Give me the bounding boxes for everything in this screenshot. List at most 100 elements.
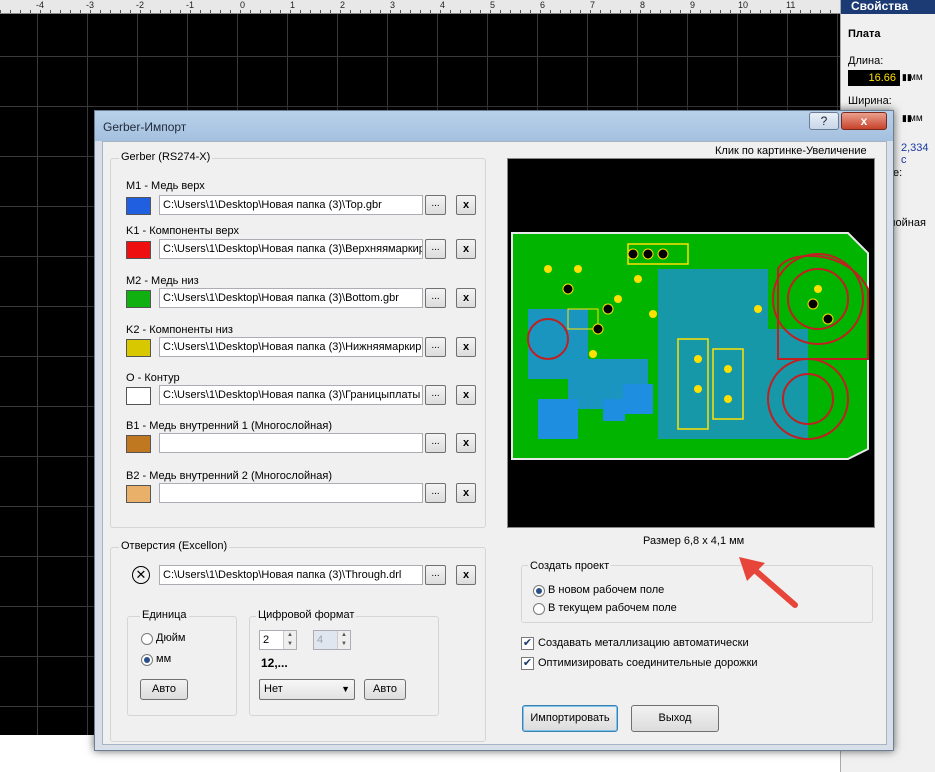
layer-path-k2[interactable]: C:\Users\1\Desktop\Новая папка (3)\Нижня… [159,337,423,357]
format-auto-button[interactable]: Авто [364,679,406,700]
layer-color-k2[interactable] [126,339,151,357]
browse-button-b1[interactable]: ... [425,433,446,453]
layer-path-m2[interactable]: C:\Users\1\Desktop\Новая папка (3)\Botto… [159,288,423,308]
ruler-tick: -1 [186,0,195,10]
format-int-value: 2 [263,634,270,646]
spinner-arrows-icon: ▲ ▼ [337,631,350,649]
layer-color-m2[interactable] [126,290,151,308]
layer-color-k1[interactable] [126,241,151,259]
partial-label: е: [893,167,903,179]
ruler-tick: 0 [240,0,246,10]
dialog-titlebar[interactable]: Gerber-Импорт ? x [95,111,893,141]
board-size-text: Размер 6,8 x 4,1 мм [643,535,745,547]
import-button[interactable]: Импортировать [522,705,618,732]
partial-label: лойная [889,217,926,229]
dialog-title: Gerber-Импорт [103,120,187,134]
layer-label-o: O - Контур [126,372,180,384]
clear-button-k1[interactable]: x [456,239,476,259]
unit-inch-radio[interactable] [141,633,153,645]
ruler-tick: 3 [390,0,396,10]
gerber-group-title: Gerber (RS274-X) [119,151,213,163]
layer-path-b1[interactable] [159,433,423,453]
close-button[interactable]: x [841,112,887,130]
clear-button-o[interactable]: x [456,385,476,405]
optimize-checkbox[interactable]: ✔ [521,657,534,670]
width-label: Ширина: [848,95,892,107]
dialog-body: Gerber (RS274-X) M1 - Медь верх C:\Users… [102,141,887,745]
browse-button-m1[interactable]: ... [425,195,446,215]
layer-color-o[interactable] [126,387,151,405]
unit-auto-button[interactable]: Авто [140,679,188,700]
ruler-tick: 1 [290,0,296,10]
ruler-tick: 10 [738,0,749,10]
clear-button-m2[interactable]: x [456,288,476,308]
ruler-tick: -4 [36,0,45,10]
layer-path-b2[interactable] [159,483,423,503]
clear-button-m1[interactable]: x [456,195,476,215]
ruler-tick: 6 [540,0,546,10]
ruler-tick: 11 [786,0,796,10]
metallization-checkbox[interactable]: ✔ [521,637,534,650]
optimize-label: Оптимизировать соединительные дорожки [538,657,758,669]
ruler-tick: 5 [490,0,496,10]
help-button[interactable]: ? [809,112,839,130]
layer-path-k1[interactable]: C:\Users\1\Desktop\Новая папка (3)\Верхн… [159,239,423,259]
zero-suppression-value: Нет [264,683,283,695]
partial-value: 2,334 с [901,142,929,166]
ruler-tick: -3 [86,0,95,10]
ruler-tick: 8 [640,0,646,10]
exit-button[interactable]: Выход [631,705,719,732]
gerber-import-dialog: Gerber-Импорт ? x Gerber (RS274-X) M1 - … [94,110,894,751]
format-preview: 12,... [261,656,288,670]
pcb-preview[interactable] [507,158,875,528]
zero-suppression-select[interactable]: Нет ▼ [259,679,355,700]
ruler-tick: -2 [136,0,145,10]
unit-inch-label: Дюйм [156,632,186,644]
length-field[interactable]: 16.66 [848,70,900,86]
browse-button-k1[interactable]: ... [425,239,446,259]
drill-path[interactable]: C:\Users\1\Desktop\Новая папка (3)\Throu… [159,565,423,585]
layer-color-b1[interactable] [126,435,151,453]
project-current-label: В текущем рабочем поле [548,602,677,614]
width-unit: мм [909,113,923,124]
format-dec-spinner: 4 ▲ ▼ [313,630,351,650]
spinner-arrows-icon[interactable]: ▲ ▼ [283,631,296,649]
clear-button-b2[interactable]: x [456,483,476,503]
annotation-arrow-icon [739,557,798,608]
unit-mm-radio[interactable] [141,654,153,666]
project-new-label: В новом рабочем поле [548,584,665,596]
clear-button-b1[interactable]: x [456,433,476,453]
pcb-preview-image [511,232,869,460]
unit-mm-label: мм [156,653,172,665]
layer-color-m1[interactable] [126,197,151,215]
metallization-label: Создавать металлизацию автоматически [538,637,749,649]
length-label: Длина: [848,55,884,67]
browse-button-k2[interactable]: ... [425,337,446,357]
ruler-tick: 7 [590,0,596,10]
layer-label-k2: K2 - Компоненты низ [126,324,233,336]
ruler-tick: 4 [440,0,446,10]
clear-button-drill[interactable]: x [456,565,476,585]
format-int-spinner[interactable]: 2 ▲ ▼ [259,630,297,650]
project-new-radio[interactable] [533,585,545,597]
layer-path-m1[interactable]: C:\Users\1\Desktop\Новая папка (3)\Top.g… [159,195,423,215]
drill-icon: ✕ [132,566,150,584]
board-section-label: Плата [848,28,881,40]
layer-label-b2: B2 - Медь внутренний 2 (Многослойная) [126,470,332,482]
browse-button-b2[interactable]: ... [425,483,446,503]
layer-color-b2[interactable] [126,485,151,503]
browse-button-drill[interactable]: ... [425,565,446,585]
clear-button-k2[interactable]: x [456,337,476,357]
browse-button-o[interactable]: ... [425,385,446,405]
horizontal-ruler: -4 -3 -2 -1 0 1 2 3 4 5 6 7 8 9 10 11 [0,0,840,14]
length-unit: мм [909,72,923,83]
project-current-radio[interactable] [533,603,545,615]
unit-group: Единица [127,609,237,716]
chevron-down-icon: ▼ [341,684,350,694]
layer-label-m1: M1 - Медь верх [126,180,205,192]
preview-hint: Клик по картинке-Увеличение [715,145,867,157]
project-group-title: Создать проект [528,560,612,572]
layer-path-o[interactable]: C:\Users\1\Desktop\Новая папка (3)\Грани… [159,385,423,405]
properties-title: Свойства [841,0,935,14]
browse-button-m2[interactable]: ... [425,288,446,308]
